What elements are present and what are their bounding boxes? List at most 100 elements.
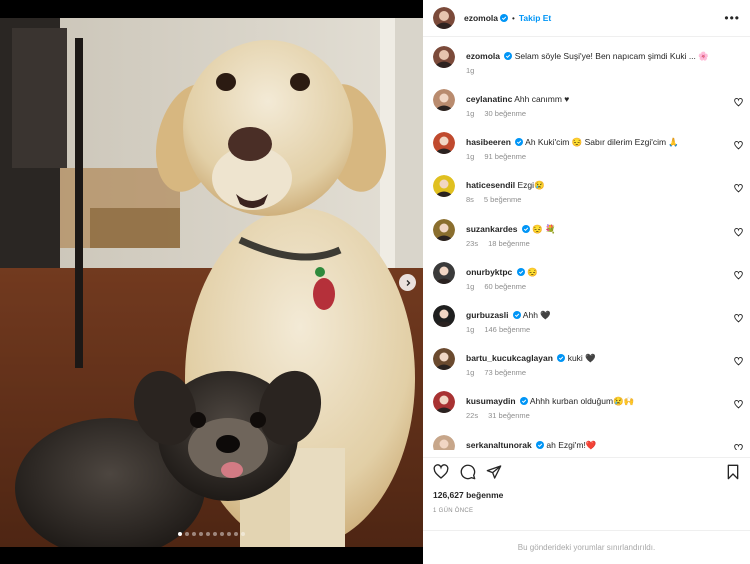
carousel-dot <box>241 532 245 536</box>
author-avatar[interactable] <box>433 7 455 29</box>
verified-badge-icon <box>500 14 509 22</box>
comment-text: haticesendil Ezgi😢 <box>466 180 716 191</box>
commenter-avatar[interactable] <box>433 348 455 371</box>
separator-dot: • <box>512 13 515 23</box>
comment-time: 1g <box>466 281 475 291</box>
comment-likes[interactable]: 146 beğenme <box>484 325 530 334</box>
comment-time: 1g <box>466 152 475 162</box>
commenter-avatar[interactable] <box>433 391 455 414</box>
verified-badge-icon <box>512 311 521 319</box>
comment-username[interactable]: kusumaydin <box>466 396 516 406</box>
comment-likes[interactable]: 18 beğenme <box>488 239 530 248</box>
comment-text: ceylanatinc Ahh canımm ♥ <box>466 94 716 105</box>
comment-meta: 23s 18 beğenme <box>466 239 530 248</box>
like-heart-icon[interactable] <box>433 464 449 480</box>
comment-like-heart-icon[interactable] <box>734 141 743 150</box>
comment-body: kuki 🖤 <box>567 353 596 364</box>
share-icon[interactable] <box>486 464 502 480</box>
post-timestamp: 1 GÜN ÖNCE <box>433 508 474 514</box>
author-avatar[interactable] <box>433 46 455 68</box>
carousel-indicator <box>0 532 423 536</box>
comment-username[interactable]: haticesendil <box>466 180 515 190</box>
comment-icon[interactable] <box>460 464 476 480</box>
commenter-avatar[interactable] <box>433 305 455 327</box>
caption-username[interactable]: ezomola <box>466 51 500 61</box>
comment-body: Ahh 🖤 <box>522 310 551 320</box>
comment-body: ah Ezgi'm!❤️ <box>546 439 597 450</box>
comment-meta: 1g 91 beğenme <box>466 152 526 161</box>
more-options-icon[interactable]: ••• <box>724 11 740 25</box>
comment-likes[interactable]: 60 beğenme <box>484 282 526 291</box>
comment-body: Ezgi😢 <box>517 180 545 191</box>
carousel-dot <box>178 532 182 536</box>
comment-username[interactable]: ceylanatinc <box>466 94 512 104</box>
save-bookmark-icon[interactable] <box>725 464 741 480</box>
comment-text: serkanaltunorak ah Ezgi'm!❤️ <box>466 440 716 450</box>
comment-time: 22s <box>466 411 479 421</box>
comment-body: Ahhh kurban olduğum😢🙌 <box>529 396 635 407</box>
carousel-dot <box>227 532 231 536</box>
commenter-avatar[interactable] <box>433 261 455 284</box>
comment-meta: 8s 5 beğenme <box>466 195 521 204</box>
comment-username[interactable]: suzankardes <box>466 224 518 234</box>
commenter-avatar[interactable] <box>433 132 455 155</box>
comment-meta: 22s 31 beğenme <box>466 411 530 420</box>
comment-body: 😔 <box>527 266 538 277</box>
comment-meta: 1g 30 beğenme <box>466 109 526 118</box>
post-photo[interactable] <box>0 18 423 547</box>
comment-likes[interactable]: 73 beğenme <box>484 368 526 377</box>
comment-likes[interactable]: 31 beğenme <box>488 411 530 420</box>
comment-username[interactable]: gurbuzasli <box>466 310 509 320</box>
next-image-button[interactable] <box>399 274 416 291</box>
comment-time: 8s <box>466 195 474 205</box>
comment-like-heart-icon[interactable] <box>734 184 743 193</box>
verified-badge-icon <box>515 138 524 147</box>
caption-body: Selam söyle Suşi'ye! Ben napıcam şimdi K… <box>514 51 709 61</box>
caption-time: 1g <box>466 66 475 75</box>
commenter-avatar[interactable] <box>433 434 455 450</box>
comment-body: Ahh canımm ♥ <box>514 94 570 104</box>
verified-badge-icon <box>557 354 566 363</box>
verified-badge-icon <box>536 440 545 449</box>
author-username[interactable]: ezomola <box>464 13 498 23</box>
comment-time: 1g <box>466 368 475 378</box>
caption-meta: 1g <box>466 66 474 75</box>
carousel-dot <box>220 532 224 536</box>
comment-like-heart-icon[interactable] <box>734 98 743 107</box>
comment-username[interactable]: serkanaltunorak <box>466 440 532 450</box>
comment-text: hasibeeren Ah Kuki'cim 😔 Sabır dilerim E… <box>466 137 716 148</box>
verified-badge-icon <box>504 52 513 60</box>
post-header: ezomola • Takip Et ••• <box>423 0 750 37</box>
comment-time: 1g <box>466 109 475 118</box>
comment-meta: 1g 73 beğenme <box>466 368 526 377</box>
comment-meta: 1g 60 beğenme <box>466 282 526 291</box>
follow-button[interactable]: Takip Et <box>519 13 551 23</box>
comment-likes[interactable]: 5 beğenme <box>484 195 522 204</box>
comment-like-heart-icon[interactable] <box>734 357 743 366</box>
comment-like-heart-icon[interactable] <box>734 443 743 450</box>
comment-likes[interactable]: 91 beğenme <box>484 152 526 161</box>
commenter-avatar[interactable] <box>433 218 455 241</box>
comment-like-heart-icon[interactable] <box>734 270 743 280</box>
carousel-dot <box>234 532 238 536</box>
comment-like-heart-icon[interactable] <box>734 227 743 237</box>
carousel-dot <box>206 532 210 536</box>
comment-like-heart-icon[interactable] <box>734 314 743 323</box>
likes-count[interactable]: 126,627 beğenme <box>433 490 503 500</box>
chevron-right-icon <box>406 279 410 286</box>
comment-likes[interactable]: 30 beğenme <box>484 109 526 118</box>
verified-badge-icon <box>521 224 530 233</box>
comment-username[interactable]: onurbyktpc <box>466 267 512 277</box>
commenter-avatar[interactable] <box>433 89 455 111</box>
comments-list[interactable]: ezomola Selam söyle Suşi'ye! Ben napıcam… <box>423 38 750 450</box>
comments-limited-notice: Bu gönderideki yorumlar sınırlandırıldı. <box>423 530 750 564</box>
comment-like-heart-icon[interactable] <box>734 400 743 409</box>
comment-text: bartu_kucukcaglayan kuki 🖤 <box>466 353 716 364</box>
carousel-dot <box>199 532 203 536</box>
verified-badge-icon <box>516 267 525 276</box>
commenter-avatar[interactable] <box>433 175 455 198</box>
comment-username[interactable]: hasibeeren <box>466 137 511 147</box>
comment-time: 1g <box>466 325 475 334</box>
comment-username[interactable]: bartu_kucukcaglayan <box>466 353 553 363</box>
comment-meta: 1g 146 beğenme <box>466 325 530 334</box>
